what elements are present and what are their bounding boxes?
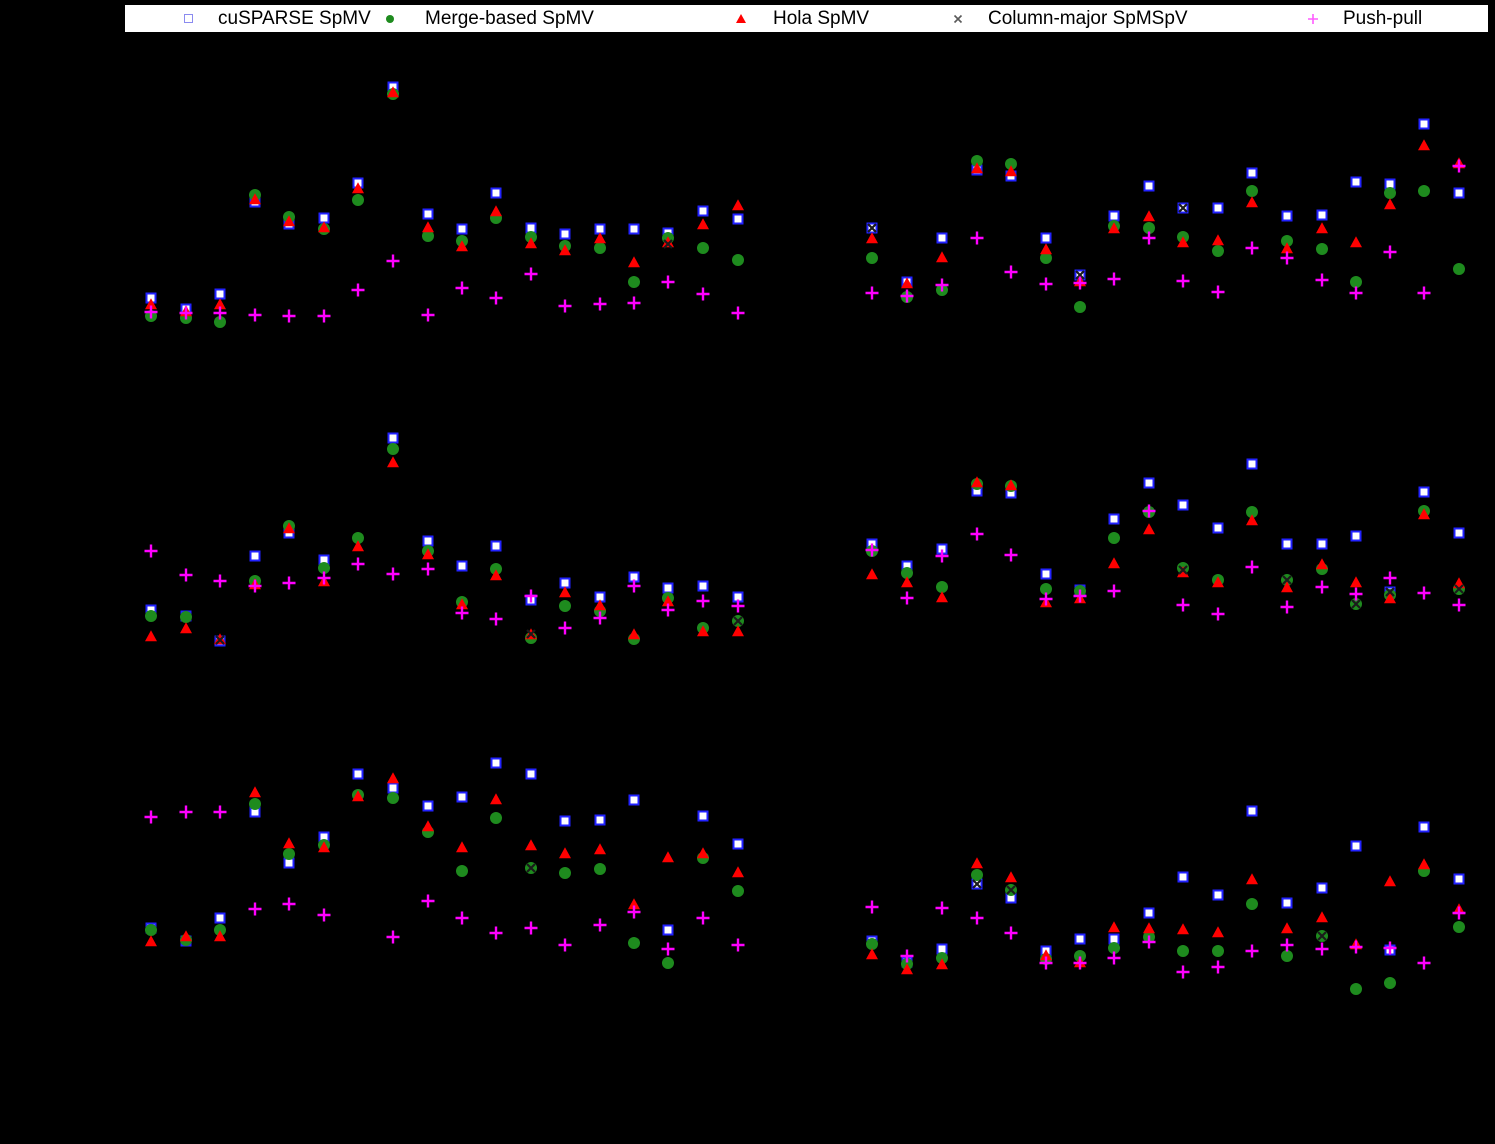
legend-item-push-pull — [1305, 5, 1321, 32]
legend-label-cusparse-spmv: cuSPARSE SpMV — [218, 7, 371, 29]
push-pull-plus-icon — [1305, 11, 1321, 27]
legend-label-merge-based-spmv: Merge-based SpMV — [425, 7, 594, 29]
legend-label-hola-spmv: Hola SpMV — [773, 7, 870, 29]
legend-item-column-major-spmspv — [950, 5, 966, 32]
panel-top-right — [840, 55, 1495, 355]
panel-bottom-right — [840, 735, 1495, 1035]
legend-label-push-pull: Push-pull — [1343, 7, 1423, 29]
legend-item-merge-based-spmv — [382, 5, 398, 32]
legend-item-hola-spmv — [733, 5, 749, 32]
panel-middle-right — [840, 395, 1495, 695]
panel-bottom-left — [130, 735, 790, 1035]
merge-based-spmv-circle-icon — [382, 11, 398, 27]
legend-box: cuSPARSE SpMV Merge-based SpMV Hola SpMV… — [123, 3, 1490, 34]
legend-item-cusparse-spmv — [180, 5, 196, 32]
cusparse-spmv-square-icon — [180, 11, 196, 27]
legend-label-column-major-spmspv: Column-major SpMSpV — [988, 7, 1188, 29]
hola-spmv-triangle-icon — [733, 11, 749, 27]
panel-top-left — [130, 55, 790, 355]
panel-middle-left — [130, 395, 790, 695]
column-major-spmspv-x-icon — [950, 11, 966, 27]
figure-canvas: cuSPARSE SpMV Merge-based SpMV Hola SpMV… — [0, 0, 1495, 1144]
